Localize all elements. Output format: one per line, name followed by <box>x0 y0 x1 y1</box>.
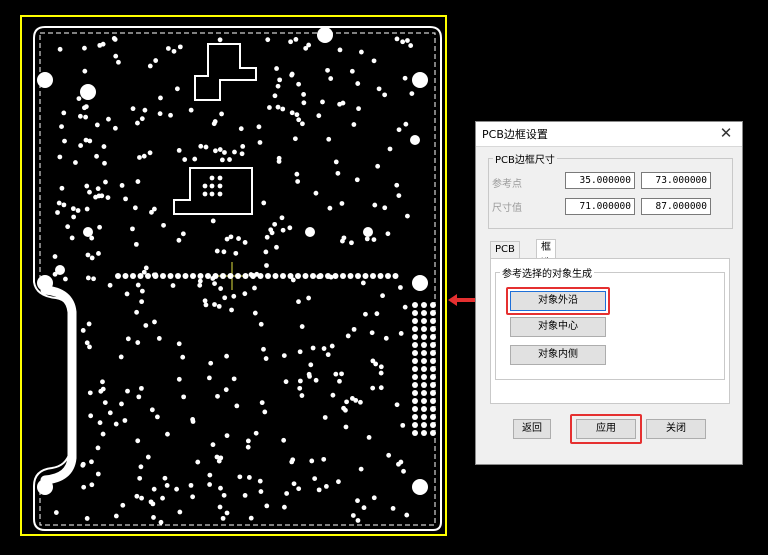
ref-point-label: 参考点 <box>492 179 522 190</box>
dialog-titlebar: PCB边框设置 ✕ <box>476 122 742 147</box>
size-width-input[interactable] <box>565 198 635 215</box>
ref-x-input[interactable] <box>565 172 635 189</box>
dialog-title: PCB边框设置 <box>482 128 548 141</box>
size-value-label: 尺寸值 <box>492 203 522 214</box>
ref-y-input[interactable] <box>641 172 711 189</box>
close-button[interactable]: 关闭 <box>646 419 706 439</box>
tab-panel: 参考选择的对象生成 对象外沿 对象中心 对象内侧 <box>490 258 730 404</box>
size-height-input[interactable] <box>641 198 711 215</box>
size-group: PCB边框尺寸 <box>488 151 733 229</box>
pcb-frame-settings-dialog: PCB边框设置 ✕ PCB边框尺寸 参考点 尺寸值 PCB设置 框选设置 参考选… <box>475 121 743 465</box>
pcb-board-canvas[interactable] <box>0 0 460 555</box>
tab-pcb-settings[interactable]: PCB设置 <box>490 241 520 287</box>
tab-box-select-settings[interactable]: 框选设置 <box>536 239 556 301</box>
highlight-apply-button <box>570 414 642 444</box>
object-inner-button[interactable]: 对象内侧 <box>510 345 606 365</box>
back-button[interactable]: 返回 <box>513 419 551 439</box>
callout-arrow-icon <box>448 294 478 306</box>
highlight-outer-button <box>506 287 610 315</box>
reference-group-legend: 参考选择的对象生成 <box>502 269 592 280</box>
size-group-legend: PCB边框尺寸 <box>495 155 555 166</box>
close-icon[interactable]: ✕ <box>716 123 736 143</box>
object-center-button[interactable]: 对象中心 <box>510 317 606 337</box>
